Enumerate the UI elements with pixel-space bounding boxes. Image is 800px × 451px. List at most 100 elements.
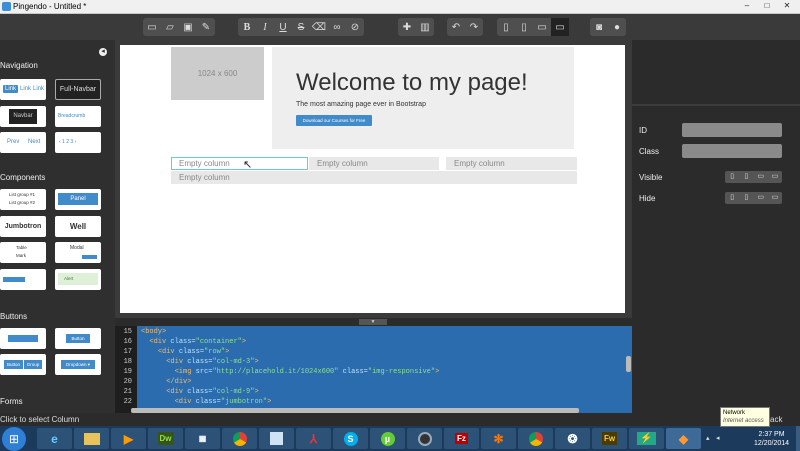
jumbotron-lead[interactable]: The most amazing page ever in Bootstrap bbox=[296, 101, 426, 108]
utorrent-icon[interactable]: µ bbox=[370, 428, 405, 449]
column-empty[interactable]: Empty column bbox=[446, 157, 577, 170]
column-empty[interactable]: Empty column bbox=[309, 157, 439, 170]
open-folder-icon[interactable]: ▱ bbox=[161, 18, 179, 36]
file-explorer-icon[interactable] bbox=[74, 428, 109, 449]
apps-grid-icon[interactable]: ▦ bbox=[185, 428, 220, 449]
media-player-icon[interactable]: ▶ bbox=[111, 428, 146, 449]
save-icon[interactable]: ▣ bbox=[179, 18, 197, 36]
laptop-icon[interactable]: ▭ bbox=[754, 171, 768, 183]
tablet-icon[interactable]: ▯ bbox=[515, 18, 533, 36]
id-input[interactable] bbox=[682, 123, 782, 137]
column-empty[interactable]: Empty column bbox=[171, 171, 577, 184]
dreamweaver-icon[interactable]: Dw bbox=[148, 428, 183, 449]
phone-icon[interactable]: ▯ bbox=[725, 171, 739, 183]
vertical-scrollbar[interactable] bbox=[626, 356, 631, 372]
code-line[interactable]: 20 </div> bbox=[115, 377, 192, 387]
desktop-icon[interactable]: ▭ bbox=[768, 192, 782, 204]
ie-icon[interactable]: e bbox=[37, 428, 72, 449]
code-line[interactable]: 21 <div class="col-md-9"> bbox=[115, 387, 259, 397]
new-file-icon[interactable]: ▭ bbox=[143, 18, 161, 36]
full-navbar-widget[interactable]: Full-Navbar bbox=[55, 79, 101, 100]
panel-widget[interactable]: Panel bbox=[55, 189, 101, 210]
italic-button[interactable]: I bbox=[256, 18, 274, 36]
desktop-icon[interactable]: ▭ bbox=[551, 18, 569, 36]
pingendo-icon[interactable]: ⚡ bbox=[629, 428, 664, 449]
table-widget[interactable]: Table Mark bbox=[0, 242, 46, 263]
dropdown-widget[interactable]: Dropdown ▾ bbox=[55, 354, 101, 375]
minimize-button[interactable]: – bbox=[740, 1, 754, 10]
well-widget[interactable]: Well bbox=[55, 216, 101, 237]
download-courses-button[interactable]: Download our Courses for Free bbox=[296, 115, 372, 126]
disc-icon[interactable] bbox=[407, 428, 442, 449]
maximize-button[interactable]: □ bbox=[760, 1, 774, 10]
chrome-icon[interactable] bbox=[222, 428, 257, 449]
tablet-icon[interactable]: ▯ bbox=[739, 192, 753, 204]
pager-widget[interactable]: Prev Next bbox=[0, 132, 46, 153]
widget-label: Modal bbox=[70, 245, 84, 251]
phone-icon[interactable]: ▯ bbox=[497, 18, 515, 36]
laptop-icon[interactable]: ▭ bbox=[754, 192, 768, 204]
laptop-icon[interactable]: ▭ bbox=[533, 18, 551, 36]
image-placeholder[interactable]: 1024 x 600 bbox=[171, 47, 264, 100]
page-preview[interactable]: 1024 x 600 Welcome to my page! The most … bbox=[120, 45, 625, 313]
pingendo-running-icon[interactable]: ◆ bbox=[666, 428, 701, 449]
unlink-icon[interactable]: ⊘ bbox=[346, 18, 364, 36]
jumbotron-widget[interactable]: Jumbotron bbox=[0, 216, 46, 237]
eraser-icon[interactable]: ⌫ bbox=[310, 18, 328, 36]
bold-button[interactable]: B bbox=[238, 18, 256, 36]
desktop-icon[interactable]: ▭ bbox=[768, 171, 782, 183]
strikethrough-button[interactable]: S bbox=[292, 18, 310, 36]
list-group-widget[interactable]: List group #1 List group #2 bbox=[0, 189, 46, 210]
editor-splitter[interactable]: ▼ bbox=[115, 318, 632, 326]
code-line[interactable]: 16 <div class="container"> bbox=[115, 337, 246, 347]
phone-icon[interactable]: ▯ bbox=[725, 192, 739, 204]
code-editor[interactable]: 15 <body> 16 <div class="container"> 17 <di… bbox=[115, 326, 632, 413]
butterfly-icon[interactable]: ✻ bbox=[481, 428, 516, 449]
pagination-widget[interactable]: ‹ 1 2 3 › bbox=[55, 132, 101, 153]
tray-expand-icon[interactable]: ▴ bbox=[706, 434, 710, 442]
code-line[interactable]: 19 <img src="http://placehold.it/1024x60… bbox=[115, 367, 440, 377]
filezilla-icon[interactable]: Fz bbox=[444, 428, 479, 449]
tray-volume-icon[interactable]: ◂ bbox=[716, 434, 720, 442]
alert-widget[interactable]: Alert bbox=[55, 269, 101, 290]
jumbotron-block[interactable]: Welcome to my page! The most amazing pag… bbox=[272, 47, 574, 149]
widget-label: Mark bbox=[16, 253, 26, 258]
code-line[interactable]: 18 <div class="col-md-3"> bbox=[115, 357, 259, 367]
jumbotron-heading[interactable]: Welcome to my page! bbox=[296, 69, 528, 97]
close-button[interactable]: ✕ bbox=[780, 1, 794, 10]
code-line[interactable]: 22 <div class="jumbotron"> bbox=[115, 397, 272, 407]
underline-button[interactable]: U bbox=[274, 18, 292, 36]
fireworks-icon[interactable]: Fw bbox=[592, 428, 627, 449]
navbar-links-widget[interactable]: Link Link Link bbox=[0, 79, 46, 100]
windows-start-button[interactable]: ⊞ bbox=[2, 427, 26, 451]
trash-icon[interactable]: ▥ bbox=[416, 18, 434, 36]
globe-icon[interactable]: ● bbox=[608, 18, 626, 36]
progress-widget[interactable] bbox=[0, 269, 46, 290]
chrome-icon[interactable] bbox=[518, 428, 553, 449]
acrobat-icon[interactable]: ⅄ bbox=[296, 428, 331, 449]
button-set-widget[interactable] bbox=[0, 328, 46, 349]
chevron-down-icon[interactable]: ▼ bbox=[359, 319, 387, 325]
show-desktop-button[interactable] bbox=[796, 426, 800, 451]
camera-icon[interactable]: ◙ bbox=[590, 18, 608, 36]
clock[interactable]: 2:37 PM 12/20/2014 bbox=[754, 430, 789, 448]
film-reel-icon[interactable]: ❂ bbox=[555, 428, 590, 449]
code-line[interactable]: 17 <div class="row"> bbox=[115, 347, 230, 357]
add-icon[interactable]: ✚ bbox=[398, 18, 416, 36]
edit-pencil-icon[interactable]: ✎ bbox=[197, 18, 215, 36]
breadcrumb-widget[interactable]: Breadcrumb bbox=[55, 106, 101, 127]
undo-icon[interactable]: ↶ bbox=[447, 18, 465, 36]
button-group-widget[interactable]: Button Group bbox=[0, 354, 46, 375]
collapse-panel-icon[interactable]: ◂ bbox=[99, 48, 107, 56]
button-widget[interactable]: Button bbox=[55, 328, 101, 349]
redo-icon[interactable]: ↷ bbox=[465, 18, 483, 36]
column-selected[interactable]: Empty column bbox=[171, 157, 308, 170]
tablet-icon[interactable]: ▯ bbox=[739, 171, 753, 183]
navbar-widget[interactable]: Navbar bbox=[0, 106, 46, 127]
modal-widget[interactable]: Modal bbox=[55, 242, 101, 263]
notes-icon[interactable] bbox=[259, 428, 294, 449]
code-line[interactable]: 15 <body> bbox=[115, 327, 167, 337]
link-icon[interactable]: ∞ bbox=[328, 18, 346, 36]
skype-icon[interactable]: S bbox=[333, 428, 368, 449]
class-input[interactable] bbox=[682, 144, 782, 158]
